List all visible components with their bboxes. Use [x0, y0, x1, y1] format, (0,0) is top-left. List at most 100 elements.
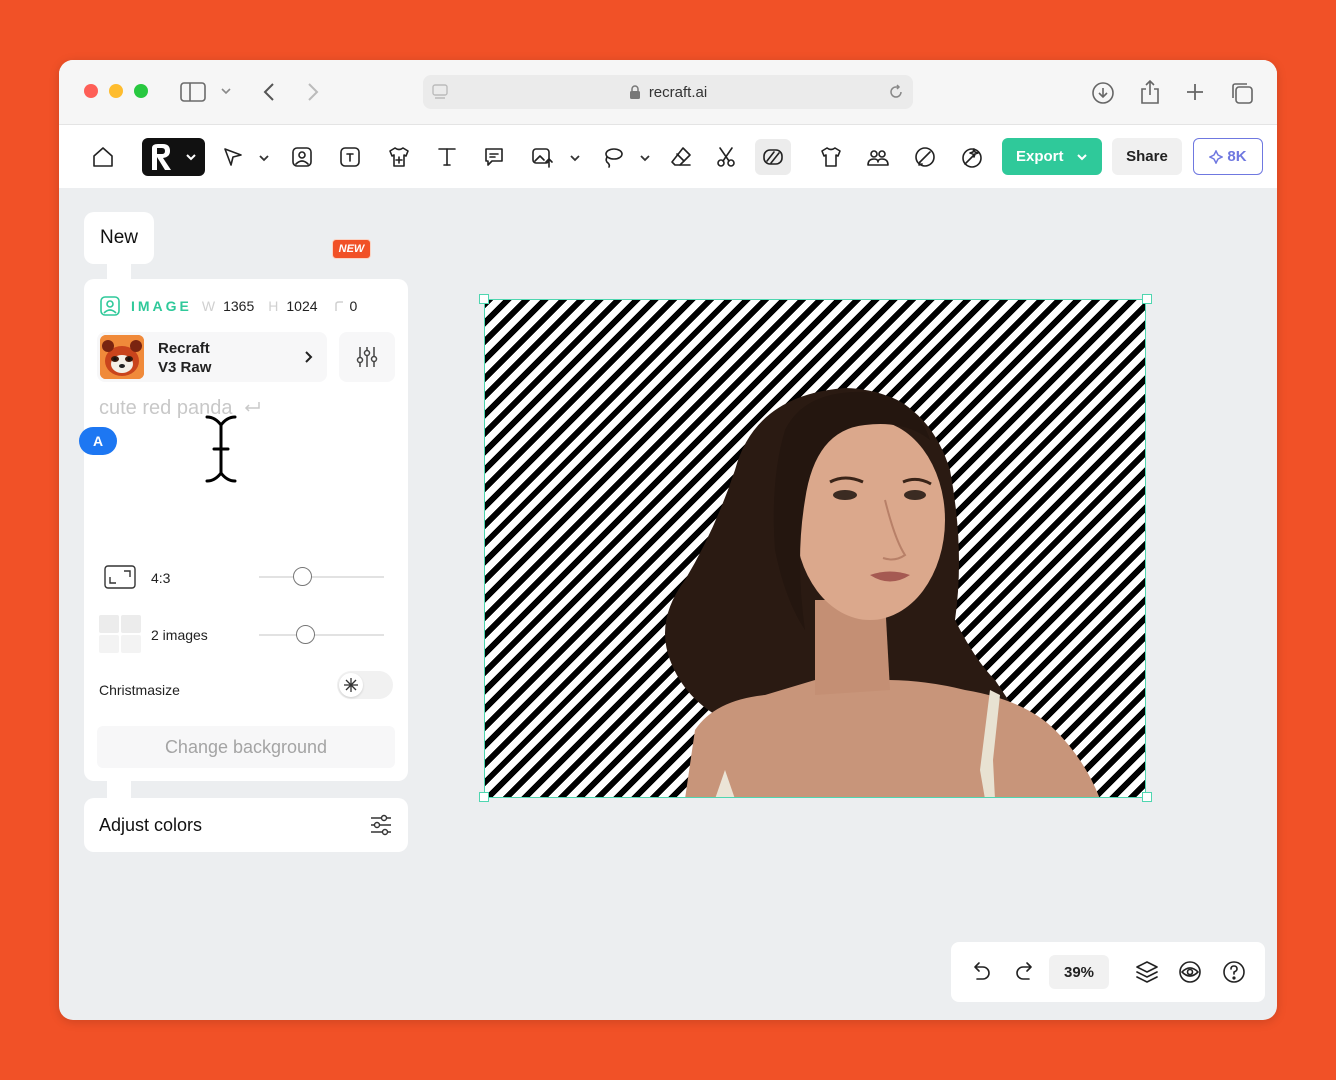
christmasize-toggle[interactable] [337, 671, 393, 699]
recraft-logo-menu[interactable] [142, 138, 205, 176]
share-sheet-icon[interactable] [1137, 78, 1163, 106]
chevron-down-icon [1076, 151, 1088, 163]
chevron-down-icon[interactable] [569, 151, 581, 163]
panel-connector [107, 780, 131, 798]
comment-icon[interactable] [476, 139, 512, 175]
model-selector[interactable]: Recraft V3 Raw [97, 332, 327, 382]
snowflake-icon [339, 673, 363, 697]
tab-overview-icon[interactable] [1229, 80, 1255, 106]
aspect-ratio-icon [104, 565, 136, 589]
export-label: Export [1016, 148, 1064, 165]
enter-icon [242, 397, 262, 412]
rotation-value[interactable]: 0 [350, 298, 358, 314]
address-bar[interactable]: recraft.ai [423, 75, 913, 109]
shirt-plus-icon[interactable] [381, 139, 417, 175]
pencil-shape-icon[interactable] [907, 139, 943, 175]
generation-panel: IMAGE W 1365 H 1024 0 Recraft V3 Raw cut… [79, 279, 408, 781]
image-upload-icon[interactable] [524, 139, 560, 175]
text-icon[interactable] [429, 139, 465, 175]
chevron-down-icon[interactable] [258, 151, 270, 163]
model-settings-button[interactable] [339, 332, 395, 382]
forward-icon[interactable] [301, 80, 325, 104]
height-value[interactable]: 1024 [286, 298, 317, 314]
recraft-logo [148, 142, 176, 172]
adjust-sliders-icon [369, 813, 393, 837]
width-value[interactable]: 1365 [223, 298, 254, 314]
group-icon[interactable] [860, 139, 896, 175]
maximize-window-button[interactable] [134, 84, 148, 98]
resize-handle-bottom-left[interactable] [479, 792, 489, 802]
canvas-image[interactable] [484, 299, 1146, 798]
tshirt-icon[interactable] [813, 139, 849, 175]
image-text-icon[interactable] [332, 139, 368, 175]
text-cursor [201, 413, 241, 485]
images-count-slider-knob[interactable] [295, 625, 315, 644]
zoom-level[interactable]: 39% [1049, 955, 1109, 989]
images-count-slider[interactable] [259, 625, 384, 644]
eraser-icon[interactable] [663, 139, 699, 175]
share-button[interactable]: Share [1112, 138, 1182, 175]
layers-icon[interactable] [1134, 959, 1160, 985]
model-thumbnail [100, 335, 144, 379]
model-name-line1: Recraft [158, 340, 210, 357]
resize-handle-top-right[interactable] [1142, 294, 1152, 304]
images-count-icon [99, 615, 141, 653]
download-icon[interactable] [1090, 80, 1116, 106]
aspect-ratio-slider-knob[interactable] [293, 567, 313, 586]
lock-icon [629, 85, 641, 99]
image-type-label: IMAGE [131, 298, 192, 314]
remove-bg-icon[interactable] [755, 139, 791, 175]
rotation-icon [334, 300, 344, 312]
bottom-controls: 39% [951, 942, 1265, 1002]
back-icon[interactable] [257, 80, 281, 104]
help-icon[interactable] [1221, 959, 1247, 985]
new-tab-icon[interactable] [1183, 80, 1207, 104]
redo-icon[interactable] [1012, 959, 1038, 985]
resize-handle-bottom-right[interactable] [1142, 792, 1152, 802]
adjust-colors-label: Adjust colors [99, 814, 203, 835]
image-type-icon [99, 295, 121, 317]
minimize-window-button[interactable] [109, 84, 123, 98]
sidebar-toggle-icon[interactable] [179, 80, 207, 104]
panel-connector [107, 262, 131, 280]
app-toolbar: NEW Export Share 8K [59, 124, 1277, 259]
home-icon[interactable] [85, 139, 121, 175]
image-icon[interactable] [284, 139, 320, 175]
eye-icon[interactable] [1177, 959, 1203, 985]
width-label: W [201, 298, 216, 314]
resize-handle-top-left[interactable] [479, 294, 489, 304]
sparkle-icon [1209, 149, 1224, 164]
christmasize-label: Christmasize [99, 682, 180, 698]
export-button[interactable]: Export [1002, 138, 1102, 175]
chevron-down-icon[interactable] [639, 151, 651, 163]
url-text: recraft.ai [648, 83, 708, 101]
chevron-down-icon[interactable] [219, 84, 233, 98]
credits-value: 8K [1227, 148, 1247, 165]
new-tab-label[interactable]: New [84, 212, 154, 264]
images-count-label: 2 images [151, 627, 208, 643]
aspect-ratio-label: 4:3 [151, 570, 171, 586]
height-label: H [268, 298, 279, 314]
close-window-button[interactable] [84, 84, 98, 98]
lasso-icon[interactable] [595, 139, 631, 175]
scissors-icon[interactable] [708, 139, 744, 175]
undo-icon[interactable] [968, 959, 994, 985]
sliders-icon [354, 344, 380, 370]
new-badge: NEW [332, 239, 371, 259]
reader-icon[interactable] [431, 83, 449, 101]
credits-button[interactable]: 8K [1193, 138, 1263, 175]
reload-icon[interactable] [887, 83, 905, 101]
chevron-down-icon [184, 150, 198, 164]
pen-tool-icon[interactable] [215, 139, 251, 175]
image-meta-row: IMAGE W 1365 H 1024 0 [99, 295, 357, 317]
adjust-colors-panel[interactable]: Adjust colors [84, 798, 408, 852]
browser-titlebar: recraft.ai [59, 60, 1277, 124]
user-avatar[interactable]: A [79, 427, 117, 455]
magic-brush-icon[interactable] [954, 139, 990, 175]
browser-window: recraft.ai NEW Export Share 8K New IMAGE… [59, 60, 1277, 1020]
change-background-button[interactable]: Change background [97, 726, 395, 768]
chevron-right-icon [303, 350, 315, 364]
aspect-ratio-slider[interactable] [259, 567, 384, 586]
model-name-line2: V3 Raw [158, 359, 212, 376]
portrait-image [665, 388, 1100, 797]
